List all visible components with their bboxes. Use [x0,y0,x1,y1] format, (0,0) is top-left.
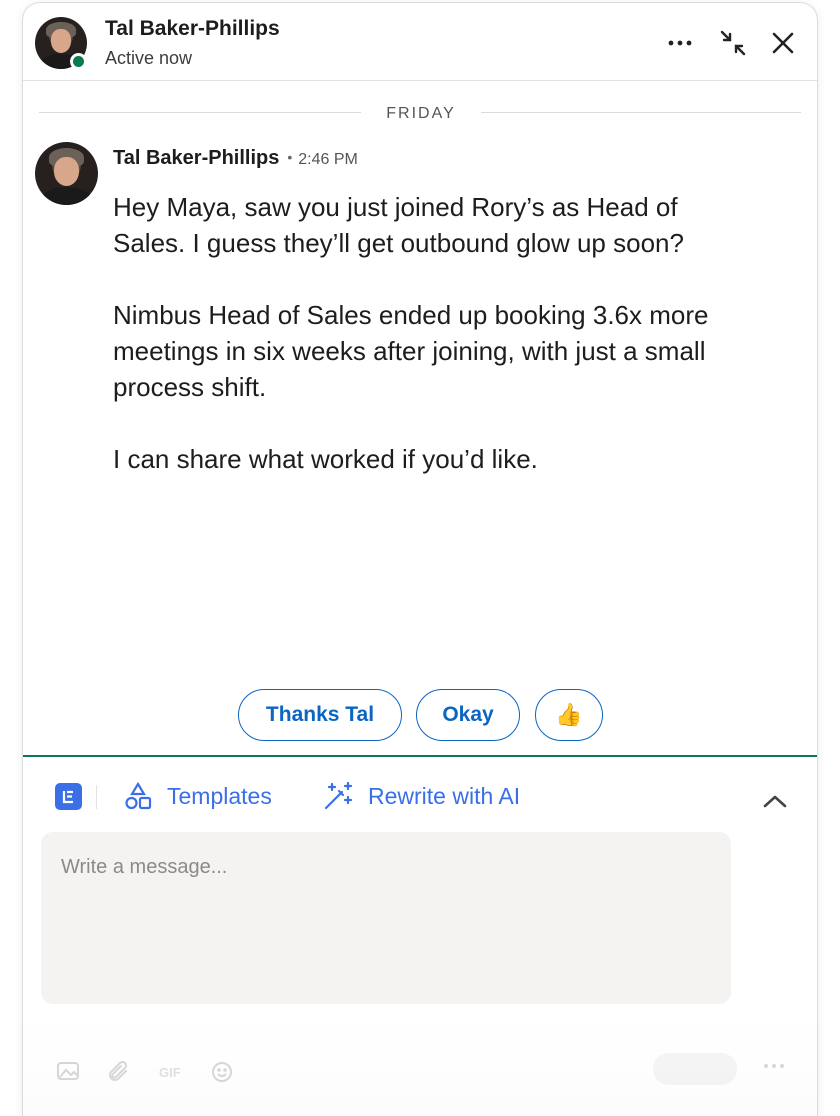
extension-logo-button[interactable] [55,783,82,810]
message-input[interactable]: Write a message... [41,832,731,1004]
close-button[interactable] [767,27,799,59]
close-icon [772,32,794,54]
rewrite-label: Rewrite with AI [368,782,521,809]
contact-name[interactable]: Tal Baker-Phillips [105,17,280,41]
quick-reply-thanks[interactable]: Thanks Tal [238,689,402,741]
message-paragraph: I can share what worked if you’d like. [113,444,538,474]
gif-button[interactable]: GIF [159,1065,181,1080]
magic-wand-icon [324,781,353,810]
meta-separator: • [287,149,293,165]
more-icon[interactable] [763,1063,785,1069]
paperclip-icon[interactable] [108,1061,130,1083]
quick-reply-thumbs-up[interactable]: 👍 [535,689,603,741]
composer-toolbar: Templates Rewrite with AI [23,763,817,831]
rewrite-with-ai-button[interactable]: Rewrite with AI [322,779,520,813]
message-sender[interactable]: Tal Baker-Phillips [113,147,279,169]
templates-button[interactable]: Templates [123,779,272,813]
send-button[interactable] [653,1053,737,1085]
more-options-button[interactable] [664,27,696,59]
presence-indicator [70,53,87,70]
more-icon [668,40,692,46]
minimize-button[interactable] [717,27,749,59]
image-icon[interactable] [57,1061,79,1081]
message-input-placeholder: Write a message... [61,856,228,878]
message-paragraph: Nimbus Head of Sales ended up booking 3.… [113,300,709,402]
templates-label: Templates [167,782,272,809]
message-body: Hey Maya, saw you just joined Rory’s as … [113,189,753,513]
toolbar-divider [96,785,97,809]
quick-reply-okay[interactable]: Okay [416,689,520,741]
message-meta: Tal Baker-Phillips • 2:46 PM [113,147,358,170]
composer-divider [23,755,817,757]
shapes-icon [125,781,152,810]
emoji-icon[interactable] [211,1061,233,1083]
message-avatar[interactable] [35,142,98,205]
message-time: 2:46 PM [298,151,358,168]
messaging-window: Tal Baker-Phillips Active now FRIDAY Tal… [22,2,818,1116]
extension-logo-icon [62,790,73,804]
contact-status: Active now [105,48,193,68]
conversation-header: Tal Baker-Phillips Active now [23,3,817,81]
date-separator: FRIDAY [23,101,817,125]
message-paragraph: Hey Maya, saw you just joined Rory’s as … [113,192,684,258]
chevron-up-icon[interactable] [761,789,789,813]
date-label: FRIDAY [386,105,456,122]
minimize-icon [720,30,746,56]
